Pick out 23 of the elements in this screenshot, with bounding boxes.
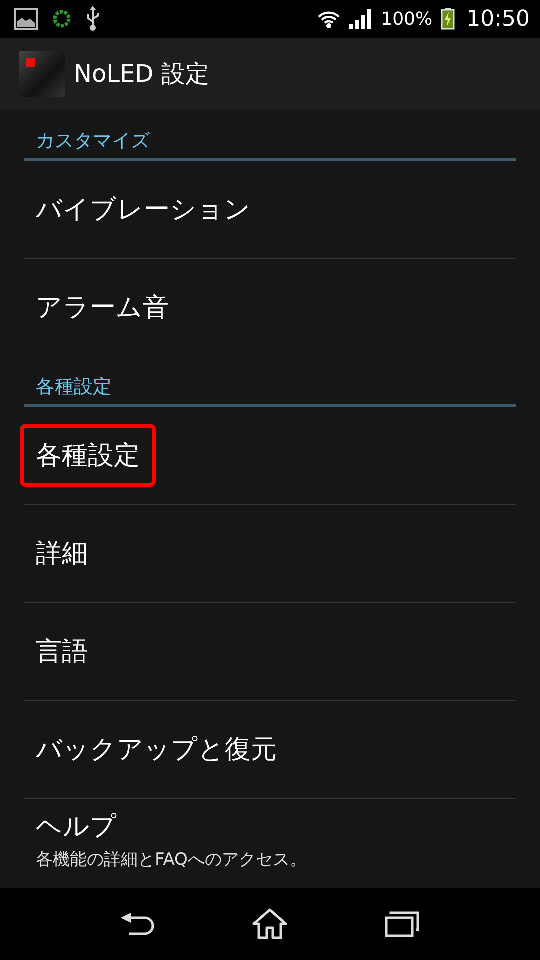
battery-charging-icon — [440, 8, 455, 30]
home-icon[interactable] — [252, 908, 288, 940]
sync-icon — [52, 9, 72, 29]
clock: 10:50 — [466, 6, 530, 32]
app-title: NoLED 設定 — [74, 59, 210, 90]
back-icon[interactable] — [118, 911, 155, 937]
battery-percentage: 100% — [381, 8, 433, 30]
section-header: カスタマイズ — [24, 110, 516, 161]
setting-item[interactable]: 詳細 — [20, 522, 104, 585]
highlighted-setting-item[interactable]: 各種設定 — [20, 424, 156, 487]
app-icon[interactable] — [18, 50, 66, 98]
setting-item[interactable]: バイブレーション — [20, 178, 267, 241]
setting-item[interactable]: バックアップと復元 — [20, 718, 293, 781]
setting-item[interactable]: 言語 — [20, 620, 104, 683]
wifi-icon — [317, 9, 342, 29]
usb-icon — [86, 6, 100, 32]
signal-icon — [349, 9, 374, 29]
setting-item[interactable]: ヘルプ 各機能の詳細とFAQへのアクセス。 — [20, 799, 323, 879]
image-icon — [14, 8, 38, 30]
section-header: 各種設定 — [24, 356, 516, 407]
item-summary: 各機能の詳細とFAQへのアクセス。 — [36, 849, 307, 871]
setting-item[interactable]: アラーム音 — [20, 276, 185, 339]
recent-apps-icon[interactable] — [385, 910, 422, 938]
